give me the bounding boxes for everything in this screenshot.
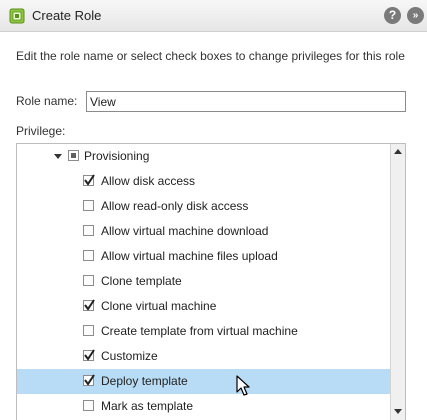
privilege-item-label: Allow disk access [101, 174, 196, 188]
privilege-item-row[interactable]: Allow virtual machine download [17, 219, 390, 244]
privilege-tree[interactable]: Provisioning Allow disk access Allow read… [16, 143, 406, 420]
scroll-down-arrow-icon[interactable] [391, 403, 405, 419]
privilege-item-row[interactable]: Mark as template [17, 394, 390, 419]
scroll-up-arrow-icon[interactable] [391, 144, 405, 160]
dialog-titlebar: Create Role ? » [0, 0, 427, 32]
checkmark-icon [84, 174, 95, 186]
privilege-item-label: Deploy template [101, 374, 188, 388]
privilege-label: Privilege: [16, 124, 66, 138]
role-name-label: Role name: [16, 94, 78, 108]
checkmark-icon [84, 374, 95, 386]
privilege-item-label: Customize [101, 349, 158, 363]
dialog-title: Create Role [32, 8, 102, 23]
mouse-cursor-icon [236, 375, 250, 396]
collapse-triangle-icon[interactable] [54, 154, 62, 159]
privilege-item-row[interactable]: Clone virtual machine [17, 294, 390, 319]
checked-checkbox[interactable] [83, 374, 95, 386]
dialog-description: Edit the role name or select check boxes… [16, 49, 405, 63]
privilege-item-label: Mark as template [101, 399, 194, 413]
privilege-item-row[interactable]: Allow virtual machine files upload [17, 244, 390, 269]
vertical-scrollbar[interactable] [390, 144, 405, 420]
tree-group-provisioning[interactable]: Provisioning [17, 144, 390, 169]
privilege-item-row[interactable]: Deploy template [17, 369, 390, 394]
privilege-item-row[interactable]: Clone template [17, 269, 390, 294]
unchecked-checkbox[interactable] [83, 400, 94, 411]
unchecked-checkbox[interactable] [83, 250, 94, 261]
partial-checkbox[interactable] [68, 150, 79, 161]
role-name-input[interactable] [86, 91, 406, 112]
privilege-item-row[interactable]: Create template from virtual machine [17, 319, 390, 344]
checkmark-icon [84, 299, 95, 311]
privilege-item-row[interactable]: Allow disk access [17, 169, 390, 194]
help-icon[interactable]: ? [384, 7, 401, 24]
unchecked-checkbox[interactable] [83, 275, 94, 286]
privilege-item-label: Create template from virtual machine [101, 324, 298, 338]
privilege-item-label: Allow virtual machine download [101, 224, 269, 238]
privilege-item-label: Clone virtual machine [101, 299, 217, 313]
checked-checkbox[interactable] [83, 349, 95, 361]
unchecked-checkbox[interactable] [83, 200, 94, 211]
checked-checkbox[interactable] [83, 174, 95, 186]
checkmark-icon [84, 349, 95, 361]
privilege-item-row[interactable]: Allow read-only disk access [17, 194, 390, 219]
checked-checkbox[interactable] [83, 299, 95, 311]
tree-group-label: Provisioning [84, 149, 150, 163]
expand-icon[interactable]: » [407, 7, 424, 24]
unchecked-checkbox[interactable] [83, 325, 94, 336]
privilege-item-label: Allow read-only disk access [101, 199, 249, 213]
unchecked-checkbox[interactable] [83, 225, 94, 236]
create-role-app-icon [9, 8, 25, 24]
privilege-item-row[interactable]: Customize [17, 344, 390, 369]
privilege-item-label: Allow virtual machine files upload [101, 249, 278, 263]
privilege-item-label: Clone template [101, 274, 182, 288]
